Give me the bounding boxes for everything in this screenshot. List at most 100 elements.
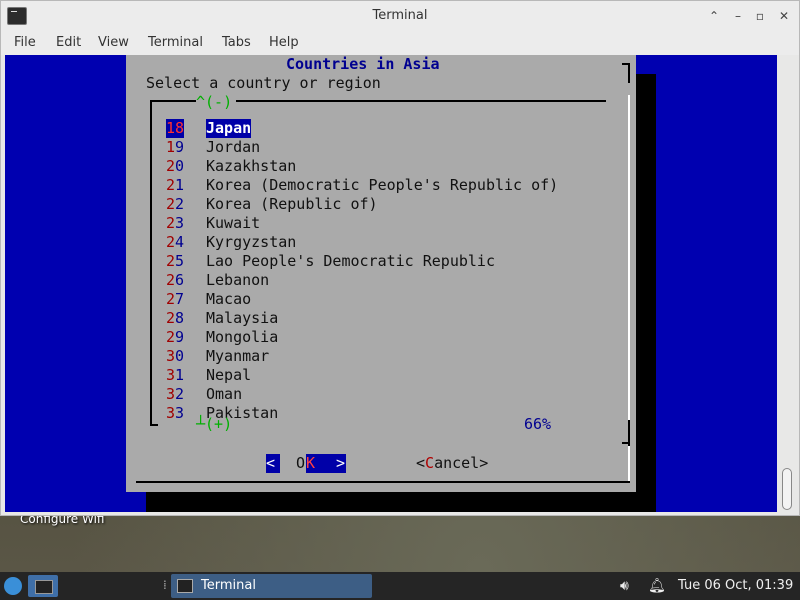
ok-right-bracket: > — [336, 454, 346, 472]
list-item-number-tens: 2 — [166, 290, 176, 308]
terminal-scrollbar[interactable] — [777, 55, 797, 512]
list-item-name: Kuwait — [206, 214, 261, 232]
list-item-number-ones: 0 — [175, 157, 185, 175]
list-item-number: 32 — [166, 385, 184, 404]
list-item[interactable]: 20 Kazakhstan — [166, 157, 606, 176]
list-item-number: 18 — [166, 119, 185, 138]
list-item-number-ones: 8 — [175, 309, 185, 327]
list-item-name: Macao — [206, 290, 252, 308]
list-item-number-tens: 2 — [166, 176, 176, 194]
list-item-number-tens: 2 — [166, 214, 176, 232]
ok-letter-k: K — [306, 454, 316, 473]
list-item-name: Korea (Republic of) — [206, 195, 378, 213]
list-item[interactable]: 26 Lebanon — [166, 271, 606, 290]
cancel-open: < — [416, 454, 426, 472]
taskbar-terminal-task[interactable]: Terminal — [171, 574, 372, 598]
list-item-number-ones: 2 — [175, 385, 185, 403]
list-item-name: Lebanon — [206, 271, 270, 289]
list-item-number-tens: 3 — [166, 385, 176, 403]
menu-help[interactable]: Help — [269, 35, 299, 50]
list-item[interactable]: 25 Lao People's Democratic Republic — [166, 252, 606, 271]
list-item-number: 26 — [166, 271, 184, 290]
list-item-number-ones: 7 — [175, 290, 185, 308]
list-item-number: 23 — [166, 214, 184, 233]
list-item-number-ones: 1 — [175, 366, 185, 384]
dialog-shadow-right — [636, 74, 656, 512]
list-item-number: 30 — [166, 347, 184, 366]
menu-view[interactable]: View — [98, 35, 129, 50]
notification-bell-icon[interactable]: 🔔︎ — [648, 578, 666, 594]
list-item-number: 24 — [166, 233, 184, 252]
list-item-number-tens: 2 — [166, 252, 176, 270]
list-item-number: 22 — [166, 195, 184, 214]
scroll-up-indicator: ^(-) — [196, 93, 233, 111]
list-item-number-ones: 6 — [175, 271, 185, 289]
shade-window-icon[interactable]: ⌃ — [705, 7, 723, 25]
dialog-shadow-bottom — [146, 492, 656, 512]
list-item-number-tens: 3 — [166, 347, 176, 365]
terminal-launcher-icon[interactable] — [28, 575, 58, 597]
dialog-title: Countries in Asia — [286, 55, 440, 73]
list-item-number-ones: 1 — [175, 176, 185, 194]
ok-left-bracket: < — [266, 454, 280, 473]
list-item[interactable]: 19 Jordan — [166, 138, 606, 157]
list-item-number-tens: 2 — [166, 309, 176, 327]
list-item[interactable]: 27 Macao — [166, 290, 606, 309]
menu-file[interactable]: File — [14, 35, 36, 50]
list-item-number: 20 — [166, 157, 184, 176]
list-item[interactable]: 28 Malaysia — [166, 309, 606, 328]
window-titlebar[interactable]: Terminal ⌃ – ▫ ✕ — [1, 1, 799, 31]
dialog-frame-bottom — [136, 481, 630, 483]
list-item-number: 19 — [166, 138, 184, 157]
dialog-frame-right-top — [628, 63, 630, 83]
menubar: File Edit View Terminal Tabs Help — [1, 31, 799, 55]
close-icon[interactable]: ✕ — [775, 7, 793, 25]
list-item-number-ones: 9 — [175, 138, 185, 156]
list-item-number: 27 — [166, 290, 184, 309]
list-item-number-tens: 3 — [166, 404, 176, 422]
list-item[interactable]: 31 Nepal — [166, 366, 606, 385]
ok-letter-o: O — [296, 454, 306, 472]
list-item-number: 29 — [166, 328, 184, 347]
list-item-name: Malaysia — [206, 309, 279, 327]
scrollbar-thumb[interactable] — [782, 468, 792, 510]
maximize-icon[interactable]: ▫ — [751, 7, 769, 25]
cancel-button[interactable]: <Cancel> — [416, 454, 488, 473]
list-item-number-ones: 3 — [175, 404, 185, 422]
list-item[interactable]: 23 Kuwait — [166, 214, 606, 233]
list-item[interactable]: 22 Korea (Republic of) — [166, 195, 606, 214]
list-item-number: 31 — [166, 366, 184, 385]
list-item[interactable]: 18 Japan — [166, 119, 606, 138]
ok-highlight: K > — [306, 454, 346, 473]
listbox-frame-bottom-left — [150, 424, 158, 426]
list-item-number-ones: 4 — [175, 233, 185, 251]
menu-edit[interactable]: Edit — [56, 35, 81, 50]
list-item-name: Lao People's Democratic Republic — [206, 252, 495, 270]
taskbar-handle: ⁞ — [163, 578, 167, 592]
listbox-frame-bottom-right — [622, 442, 630, 444]
list-item-name: Korea (Democratic People's Republic of) — [206, 176, 559, 194]
scroll-percent: 66% — [524, 415, 552, 433]
ok-button[interactable]: < O K > — [266, 454, 346, 473]
list-item-number: 25 — [166, 252, 184, 271]
list-item[interactable]: 30 Myanmar — [166, 347, 606, 366]
list-item[interactable]: 24 Kyrgyzstan — [166, 233, 606, 252]
list-item-number-ones: 8 — [175, 119, 185, 137]
clock[interactable]: Tue 06 Oct, 01:39 — [678, 578, 793, 593]
list-item[interactable]: 21 Korea (Democratic People's Republic of… — [166, 176, 606, 195]
list-item-number: 33 — [166, 404, 184, 423]
cancel-close: > — [479, 454, 489, 472]
menu-tabs[interactable]: Tabs — [222, 35, 251, 50]
list-item-number: 28 — [166, 309, 184, 328]
country-dialog: Countries in Asia Select a country or re… — [126, 55, 636, 492]
list-item-number-ones: 5 — [175, 252, 185, 270]
volume-icon[interactable]: 🔊︎ — [620, 578, 629, 594]
list-item[interactable]: 32 Oman — [166, 385, 606, 404]
start-menu-icon[interactable] — [4, 577, 22, 595]
list-item[interactable]: 29 Mongolia — [166, 328, 606, 347]
minimize-icon[interactable]: – — [729, 7, 747, 25]
list-item-name: Oman — [206, 385, 243, 403]
menu-terminal[interactable]: Terminal — [148, 35, 203, 50]
list-item-number-tens: 1 — [166, 138, 176, 156]
list-item-number-ones: 0 — [175, 347, 185, 365]
